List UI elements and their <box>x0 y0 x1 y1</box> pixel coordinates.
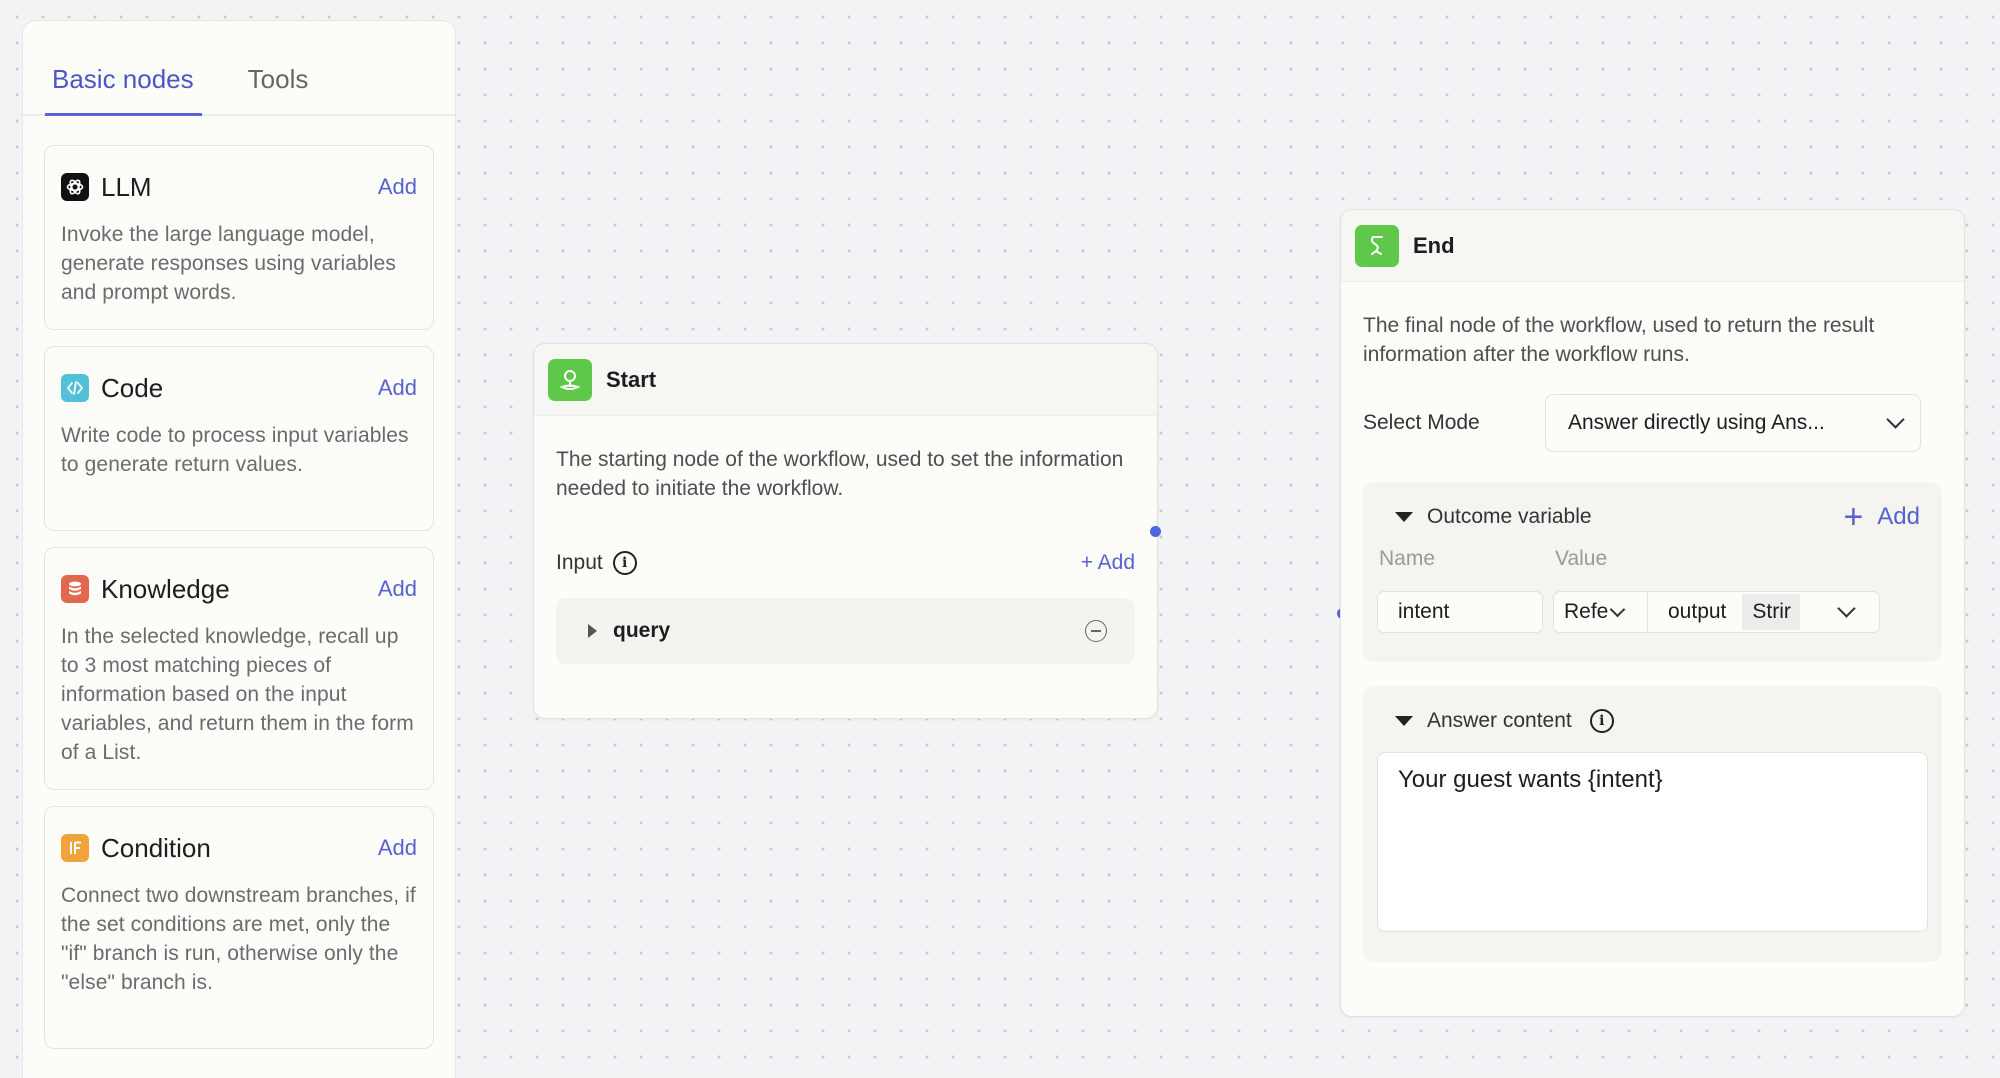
variable-value-select[interactable]: output Strir <box>1648 591 1880 633</box>
add-outcome-variable-button[interactable]: + Add <box>1843 500 1920 534</box>
if-icon <box>61 834 89 862</box>
node-card-knowledge[interactable]: Knowledge Add In the selected knowledge,… <box>44 547 434 790</box>
add-outcome-variable-label: Add <box>1877 503 1920 530</box>
end-node-title: End <box>1413 232 1455 258</box>
end-flag-icon <box>1355 224 1399 267</box>
node-card-description: Connect two downstream branches, if the … <box>61 884 416 994</box>
openai-icon <box>61 173 89 201</box>
select-mode-row: Select Mode Answer directly using Ans... <box>1341 394 1964 452</box>
add-condition-button[interactable]: Add <box>378 835 417 861</box>
reference-type-select[interactable]: Refe <box>1553 591 1648 633</box>
answer-content-section: Answer content i Your guest wants {inten… <box>1363 686 1942 962</box>
variable-column-headers: Name Value <box>1377 547 1928 575</box>
outcome-variable-row: intent Refe output Strir <box>1377 591 1928 633</box>
reference-type-value: Refe <box>1564 600 1609 623</box>
node-card-title: Code <box>101 372 164 403</box>
node-card-description: Invoke the large language model, generat… <box>61 223 396 304</box>
code-icon <box>61 374 89 402</box>
outcome-variable-title: Outcome variable <box>1427 505 1592 528</box>
chevron-down-icon <box>1610 601 1626 617</box>
node-card-title: Knowledge <box>101 573 230 604</box>
select-mode-dropdown[interactable]: Answer directly using Ans... <box>1545 394 1921 452</box>
value-column-header: Value <box>1555 547 1608 570</box>
end-node-header[interactable]: End <box>1341 210 1964 282</box>
name-column-header: Name <box>1379 547 1436 570</box>
variable-value: output <box>1668 600 1727 623</box>
node-list: LLM Add Invoke the large language model,… <box>23 116 455 1049</box>
answer-content-title: Answer content <box>1427 709 1572 732</box>
node-card-title: Condition <box>101 832 211 863</box>
answer-content-editor[interactable]: Your guest wants {intent} <box>1377 752 1928 932</box>
info-icon[interactable]: i <box>612 551 637 575</box>
answer-content-header[interactable]: Answer content i <box>1377 686 1928 748</box>
start-flag-icon <box>548 358 592 401</box>
chevron-down-icon <box>1886 410 1905 429</box>
start-node-description: The starting node of the workflow, used … <box>556 448 1124 500</box>
start-node-title: Start <box>606 366 657 392</box>
add-code-button[interactable]: Add <box>378 375 417 401</box>
expand-caret-icon[interactable] <box>588 624 597 638</box>
info-icon[interactable]: i <box>1589 709 1614 733</box>
add-knowledge-button[interactable]: Add <box>378 576 417 602</box>
node-card-code[interactable]: Code Add Write code to process input var… <box>44 346 434 531</box>
outcome-variable-section: Outcome variable + Add Name Value intent… <box>1363 482 1942 662</box>
variable-name-input[interactable]: intent <box>1377 591 1543 633</box>
node-card-description: In the selected knowledge, recall up to … <box>61 625 414 764</box>
chevron-down-icon <box>1837 599 1856 618</box>
collapse-caret-icon[interactable] <box>1395 716 1413 726</box>
remove-param-icon[interactable] <box>1085 620 1107 642</box>
tab-basic-nodes[interactable]: Basic nodes <box>45 21 202 116</box>
start-node-header[interactable]: Start <box>534 344 1157 416</box>
collapse-caret-icon[interactable] <box>1395 512 1413 522</box>
database-icon <box>61 575 89 603</box>
add-input-button[interactable]: + Add <box>1081 551 1135 575</box>
plus-icon: + <box>1843 498 1864 536</box>
input-param-row[interactable]: query <box>556 598 1135 664</box>
node-card-description: Write code to process input variables to… <box>61 424 409 476</box>
start-node[interactable]: Start The starting node of the workflow,… <box>533 343 1158 719</box>
start-output-port[interactable] <box>1150 526 1161 537</box>
tab-tools[interactable]: Tools <box>248 21 309 114</box>
select-mode-label: Select Mode <box>1363 411 1480 434</box>
node-library-panel: Basic nodes Tools LLM Add Invoke the lar… <box>22 20 456 1078</box>
select-mode-value: Answer directly using Ans... <box>1568 411 1825 434</box>
outcome-variable-header[interactable]: Outcome variable + Add <box>1377 482 1928 544</box>
node-card-title: LLM <box>101 171 152 202</box>
variable-type-tag: Strir <box>1742 594 1801 630</box>
input-section-header: Input i + Add <box>534 548 1157 578</box>
node-card-llm[interactable]: LLM Add Invoke the large language model,… <box>44 145 434 330</box>
param-name: query <box>613 619 671 642</box>
add-llm-button[interactable]: Add <box>378 174 417 200</box>
end-node[interactable]: End The final node of the workflow, used… <box>1340 209 1965 1017</box>
input-label: Input <box>556 551 603 574</box>
end-node-description: The final node of the workflow, used to … <box>1363 314 1875 366</box>
node-library-tabs: Basic nodes Tools <box>23 21 455 116</box>
node-card-condition[interactable]: Condition Add Connect two downstream bra… <box>44 806 434 1049</box>
